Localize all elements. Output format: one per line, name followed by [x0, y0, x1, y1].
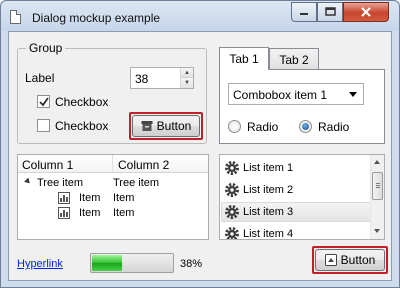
group-box: Group Label 38 ▲ ▼ Checkbox Checkbox But… [17, 41, 207, 144]
tab-2-label: Tab 2 [279, 52, 309, 67]
tree-child-2-col2: Item [113, 207, 135, 219]
tab-2[interactable]: Tab 2 [269, 48, 319, 70]
radio-1-label[interactable]: Radio [247, 120, 278, 134]
radio-2-label[interactable]: Radio [318, 120, 349, 134]
maximize-button[interactable] [317, 2, 343, 22]
group-title: Group [26, 41, 66, 55]
combobox-value: Combobox item 1 [233, 88, 328, 102]
tree-child-1-col1[interactable]: Item [79, 192, 100, 204]
tab-1-label: Tab 1 [229, 52, 259, 66]
list-item-4-label: List item 4 [243, 228, 294, 240]
list-item-1-label: List item 1 [243, 162, 294, 174]
radio-2[interactable] [299, 120, 312, 133]
combobox[interactable]: Combobox item 1 [228, 83, 364, 105]
tree-root-col2: Tree item [113, 177, 160, 189]
checkbox-1[interactable] [37, 95, 50, 108]
checkbox-2[interactable] [37, 119, 50, 132]
list-item-3[interactable]: List item 3 [221, 202, 371, 222]
list-item-1[interactable]: List item 1 [221, 158, 371, 178]
spinbox-buttons: ▲ ▼ [180, 68, 193, 88]
upload-box-icon [324, 254, 337, 266]
document-icon [10, 10, 21, 24]
group-button[interactable]: Button [132, 115, 200, 137]
dialog-window: Dialog mockup example Group Label 38 ▲ ▼ [0, 0, 400, 288]
gear-icon [225, 183, 239, 197]
archive-box-icon [141, 121, 153, 131]
checkbox-1-label[interactable]: Checkbox [55, 95, 108, 109]
close-icon [361, 6, 371, 17]
column-separator[interactable] [112, 155, 113, 173]
minimize-icon [300, 13, 308, 15]
number-spinbox[interactable]: 38 ▲ ▼ [130, 67, 194, 89]
radio-1[interactable] [228, 120, 241, 133]
tree-view[interactable]: Column 1 Column 2 Tree item Tree item It… [17, 154, 209, 240]
checkmark-icon [39, 97, 49, 107]
chevron-down-icon [349, 92, 357, 97]
tree-root-col1[interactable]: Tree item [37, 177, 83, 189]
footer-button-label: Button [340, 253, 376, 267]
spin-down-button[interactable]: ▼ [181, 78, 193, 88]
column-header-2[interactable]: Column 2 [118, 158, 169, 172]
scroll-down-arrow-icon[interactable] [374, 229, 380, 233]
window-title: Dialog mockup example [32, 11, 161, 25]
scrollbar-thumb[interactable] [372, 172, 383, 200]
list-item-4[interactable]: List item 4 [221, 224, 371, 240]
label-text: Label [25, 71, 55, 85]
title-bar[interactable]: Dialog mockup example [1, 1, 399, 31]
bar-chart-icon [58, 192, 70, 204]
hyperlink[interactable]: Hyperlink [17, 258, 63, 270]
close-button[interactable] [343, 2, 389, 22]
minimize-button[interactable] [291, 2, 317, 22]
list-view[interactable]: List item 1 List item 2 List item 3 List… [219, 154, 385, 240]
tab-widget: Tab 1 Tab 2 Combobox item 1 Radio Radio [219, 47, 385, 144]
list-scrollbar[interactable] [370, 155, 384, 239]
progress-bar [90, 253, 174, 273]
tree-header: Column 1 Column 2 [18, 155, 208, 173]
tree-child-2-col1[interactable]: Item [79, 207, 100, 219]
tab-1[interactable]: Tab 1 [219, 47, 269, 70]
spinbox-value: 38 [135, 72, 149, 86]
list-item-2-label: List item 2 [243, 184, 294, 196]
column-header-1[interactable]: Column 1 [22, 158, 73, 172]
progress-percent-text: 38% [180, 258, 203, 270]
progress-fill [92, 255, 122, 271]
checkbox-2-label[interactable]: Checkbox [55, 119, 108, 133]
gear-icon [225, 205, 239, 219]
group-button-label: Button [156, 119, 192, 133]
list-item-3-label: List item 3 [243, 206, 294, 218]
scroll-up-arrow-icon[interactable] [374, 160, 380, 164]
maximize-icon [324, 7, 336, 16]
footer-button[interactable]: Button [315, 249, 385, 271]
dialog-client-area: Group Label 38 ▲ ▼ Checkbox Checkbox But… [8, 31, 392, 281]
spin-up-button[interactable]: ▲ [181, 68, 193, 78]
tab-pane: Combobox item 1 Radio Radio [219, 69, 385, 144]
gear-icon [225, 227, 239, 239]
gear-icon [225, 161, 239, 175]
bar-chart-icon [58, 207, 70, 219]
tree-child-1-col2: Item [113, 192, 135, 204]
expand-arrow-icon[interactable] [24, 177, 32, 186]
list-item-2[interactable]: List item 2 [221, 180, 371, 200]
